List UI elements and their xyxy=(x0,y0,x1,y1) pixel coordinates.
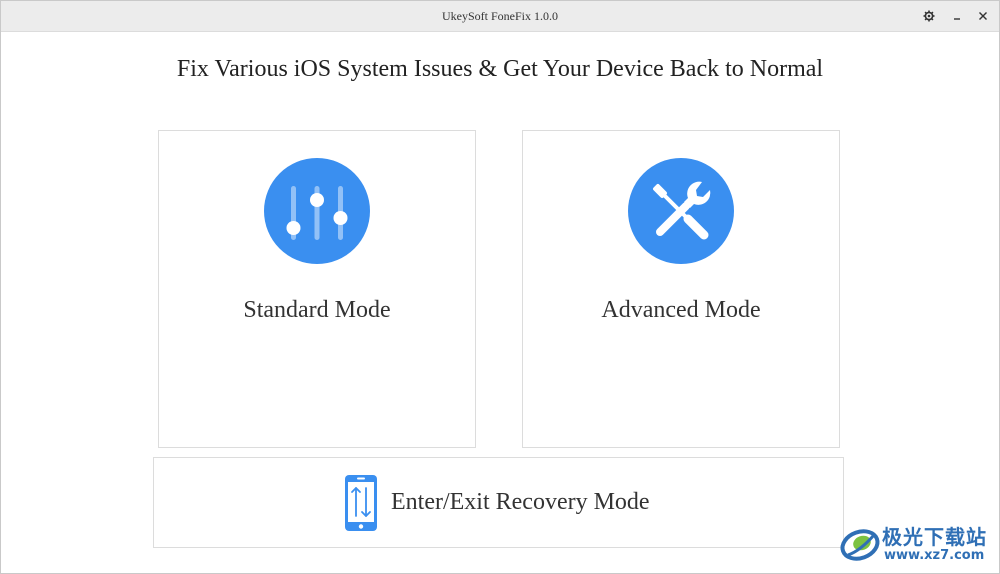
sliders-icon xyxy=(286,186,348,240)
window-title: UkeySoft FoneFix 1.0.0 xyxy=(441,9,558,23)
watermark-logo-icon xyxy=(840,529,880,561)
settings-button[interactable] xyxy=(919,6,939,26)
advanced-mode-label: Advanced Mode xyxy=(601,297,761,323)
recovery-mode-button[interactable]: Enter/Exit Recovery Mode xyxy=(153,457,844,548)
watermark-url: www.xz7.com xyxy=(884,548,985,563)
minimize-icon xyxy=(954,18,960,20)
app-window: UkeySoft FoneFix 1.0.0 Fix Various iOS S… xyxy=(0,0,1000,574)
page-headline: Fix Various iOS System Issues & Get Your… xyxy=(176,56,824,82)
standard-mode-label: Standard Mode xyxy=(243,297,391,323)
advanced-mode-icon-circle xyxy=(628,158,734,264)
recovery-mode-label: Enter/Exit Recovery Mode xyxy=(391,489,650,515)
phone-arrows-icon xyxy=(345,475,377,531)
standard-mode-icon-circle xyxy=(264,158,370,264)
gear-icon xyxy=(923,10,935,22)
watermark-text: 极光下载站 xyxy=(882,525,987,549)
site-watermark: 极光下载站 www.xz7.com xyxy=(838,519,996,569)
advanced-mode-card[interactable]: Advanced Mode xyxy=(522,130,840,448)
tools-icon xyxy=(653,181,711,240)
close-icon xyxy=(979,12,987,20)
title-bar: UkeySoft FoneFix 1.0.0 xyxy=(1,1,999,32)
minimize-button[interactable] xyxy=(947,6,967,26)
close-button[interactable] xyxy=(973,6,993,26)
standard-mode-card[interactable]: Standard Mode xyxy=(158,130,476,448)
